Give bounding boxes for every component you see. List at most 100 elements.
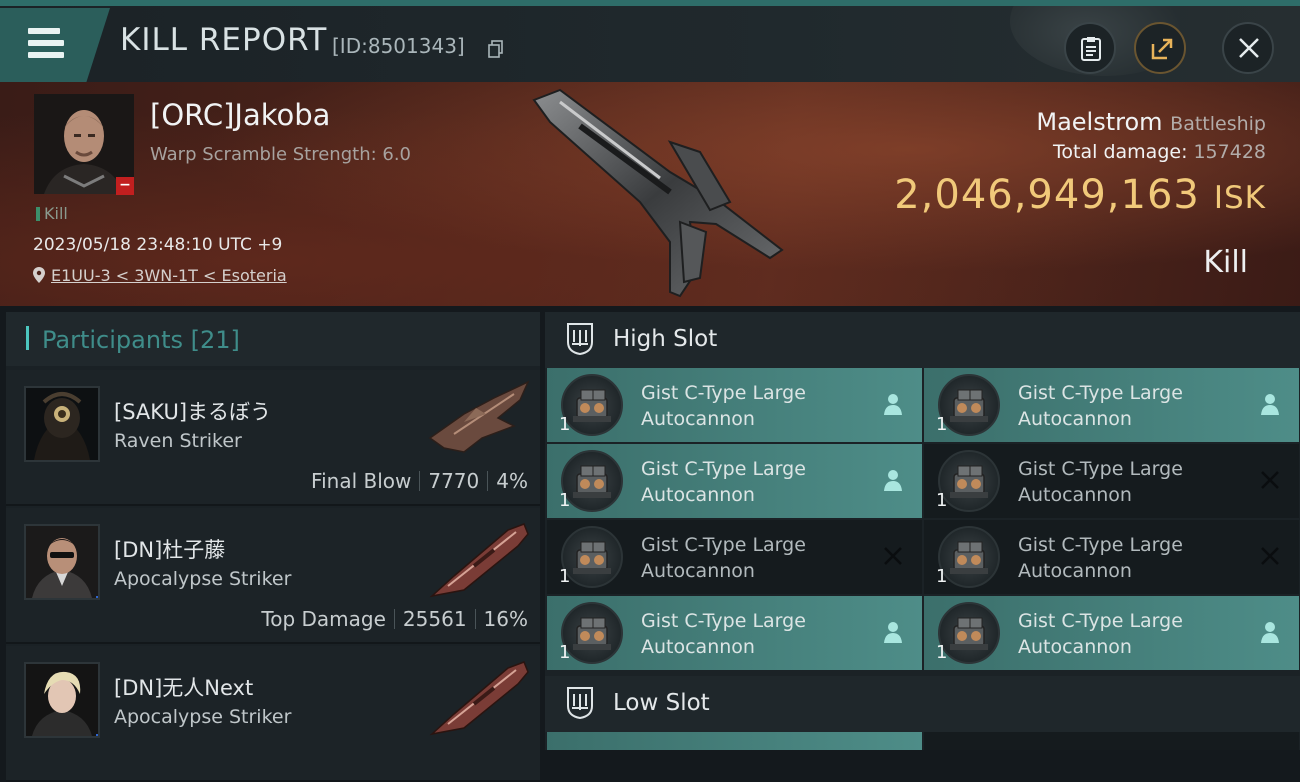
participant-ship: Raven Striker: [114, 430, 242, 452]
low-slot-header: Low Slot: [545, 676, 1300, 732]
module-name: Gist C-Type Large Autocannon: [641, 380, 861, 432]
participants-count: [21]: [190, 326, 240, 354]
victim-banner: − [ORC]Jakoba Warp Scramble Strength: 6.…: [0, 82, 1300, 306]
module-name-line2: Autocannon: [641, 408, 755, 430]
kill-timestamp: 2023/05/18 23:48:10 UTC +9: [33, 235, 283, 255]
participant-name[interactable]: [SAKU]まるぼう: [114, 396, 271, 426]
dropped-person-icon: [884, 470, 902, 491]
participant-percent: 4%: [496, 469, 528, 493]
ally-badge: +: [96, 734, 98, 736]
clipboard-button[interactable]: [1064, 22, 1116, 74]
isk-amount: 2,046,949,163: [894, 172, 1200, 218]
participant-stats: Top Damage 25561 16%: [261, 607, 528, 631]
module-quantity: 1: [559, 414, 571, 435]
module-name: Gist C-Type Large Autocannon: [1018, 456, 1238, 508]
module-name: Gist C-Type Large Autocannon: [1018, 380, 1238, 432]
module-name-line1: Gist C-Type Large: [1018, 610, 1183, 632]
module-quantity: 1: [559, 642, 571, 663]
module-name: Gist C-Type Large Autocannon: [641, 532, 861, 584]
participant-name[interactable]: [DN]杜子藤: [114, 534, 225, 564]
hamburger-icon: [28, 28, 64, 60]
high-slot-module[interactable]: 1 Gist C-Type Large Autocannon: [924, 520, 1299, 594]
low-slot-module[interactable]: [924, 732, 1299, 750]
ship-render: [532, 88, 784, 298]
low-slot-module[interactable]: [547, 732, 922, 750]
module-name-line1: Gist C-Type Large: [641, 458, 806, 480]
high-slot-header: High Slot: [545, 312, 1300, 368]
module-name-line2: Autocannon: [1018, 560, 1132, 582]
high-slot-module[interactable]: 1 Gist C-Type Large Autocannon: [547, 368, 922, 442]
participant-avatar[interactable]: [24, 386, 100, 462]
participant-ship-icon: [429, 661, 529, 736]
participant-row[interactable]: [SAKU]まるぼう Raven Striker Final Blow 7770 4…: [6, 370, 540, 506]
dropped-person-icon: [1261, 394, 1279, 415]
location-pin-icon: [33, 267, 45, 283]
high-slot-module[interactable]: 1 Gist C-Type Large Autocannon: [547, 596, 922, 670]
module-quantity: 1: [936, 642, 948, 663]
participant-avatar[interactable]: +: [24, 662, 100, 738]
high-slot-module[interactable]: 1 Gist C-Type Large Autocannon: [924, 368, 1299, 442]
high-slot-module[interactable]: 1 Gist C-Type Large Autocannon: [547, 444, 922, 518]
module-quantity: 1: [559, 566, 571, 587]
module-name-line1: Gist C-Type Large: [1018, 458, 1183, 480]
participants-title: Participants [21]: [42, 326, 240, 354]
participant-avatar[interactable]: +: [24, 524, 100, 600]
fittings-panel: High Slot 1 Gist C-Type Large Autocannon 1 G…: [545, 312, 1300, 750]
module-name-line2: Autocannon: [1018, 636, 1132, 658]
report-id: [ID:8501343]: [332, 34, 465, 58]
high-slot-module[interactable]: 1 Gist C-Type Large Autocannon: [547, 520, 922, 594]
hostile-badge: −: [116, 177, 134, 195]
participant-damage: 25561: [402, 607, 467, 631]
module-name-line2: Autocannon: [1018, 408, 1132, 430]
victim-subtitle: Warp Scramble Strength: 6.0: [150, 144, 412, 165]
copy-icon[interactable]: [488, 40, 504, 58]
low-slot-label: Low Slot: [613, 690, 710, 716]
top-bar: KILL REPORT [ID:8501343]: [0, 0, 1300, 84]
participant-row[interactable]: + [DN]杜子藤 Apocalypse Striker Top Damage 2…: [6, 508, 540, 644]
module-name-line1: Gist C-Type Large: [641, 610, 806, 632]
menu-button[interactable]: [0, 8, 110, 84]
participant-ship-icon: [428, 380, 530, 453]
participant-percent: 16%: [483, 607, 528, 631]
module-name-line1: Gist C-Type Large: [641, 382, 806, 404]
kill-location[interactable]: E1UU-3 < 3WN-1T < Esoteria: [33, 266, 287, 285]
share-button[interactable]: [1134, 22, 1186, 74]
participant-stats: Final Blow 7770 4%: [311, 469, 528, 493]
module-name-line2: Autocannon: [641, 560, 755, 582]
victim-ship: Maelstrom Battleship: [1036, 108, 1266, 136]
participant-name[interactable]: [DN]无人Next: [114, 672, 253, 702]
participant-ship: Apocalypse Striker: [114, 568, 292, 590]
participants-panel: Participants [21] [SAKU]まるぼう Raven Strik…: [6, 312, 540, 782]
participant-ship-icon: [429, 523, 529, 598]
total-damage-label: Total damage:: [1053, 141, 1188, 163]
victim-name[interactable]: [ORC]Jakoba: [150, 98, 330, 132]
module-name: Gist C-Type Large Autocannon: [1018, 608, 1238, 660]
dropped-person-icon: [884, 394, 902, 415]
isk-value: 2,046,949,163 ISK: [894, 172, 1266, 218]
total-damage: Total damage: 157428: [1053, 141, 1266, 163]
ally-badge: +: [96, 596, 98, 598]
module-quantity: 1: [936, 566, 948, 587]
high-slot-label: High Slot: [613, 326, 718, 352]
page-title: KILL REPORT: [120, 22, 328, 58]
location-link[interactable]: E1UU-3 < 3WN-1T < Esoteria: [51, 266, 287, 285]
high-slot-module[interactable]: 1 Gist C-Type Large Autocannon: [924, 596, 1299, 670]
participant-damage: 7770: [428, 469, 480, 493]
close-button[interactable]: [1222, 22, 1274, 74]
module-quantity: 1: [559, 490, 571, 511]
participant-ship: Apocalypse Striker: [114, 706, 292, 728]
high-slot-module[interactable]: 1 Gist C-Type Large Autocannon: [924, 444, 1299, 518]
kill-result: Kill: [1203, 245, 1248, 280]
isk-unit: ISK: [1213, 180, 1266, 216]
participant-role: Final Blow: [311, 469, 412, 493]
module-name: Gist C-Type Large Autocannon: [1018, 532, 1238, 584]
destroyed-x-icon: [884, 547, 902, 565]
low-slot-icon: [567, 687, 593, 720]
victim-ship-class: Battleship: [1170, 113, 1266, 135]
module-name-line1: Gist C-Type Large: [1018, 382, 1183, 404]
participant-role: Top Damage: [261, 607, 386, 631]
module-name-line1: Gist C-Type Large: [641, 534, 806, 556]
clipboard-icon: [1081, 37, 1101, 61]
module-name-line2: Autocannon: [641, 484, 755, 506]
participant-row[interactable]: + [DN]无人Next Apocalypse Striker: [6, 646, 540, 782]
